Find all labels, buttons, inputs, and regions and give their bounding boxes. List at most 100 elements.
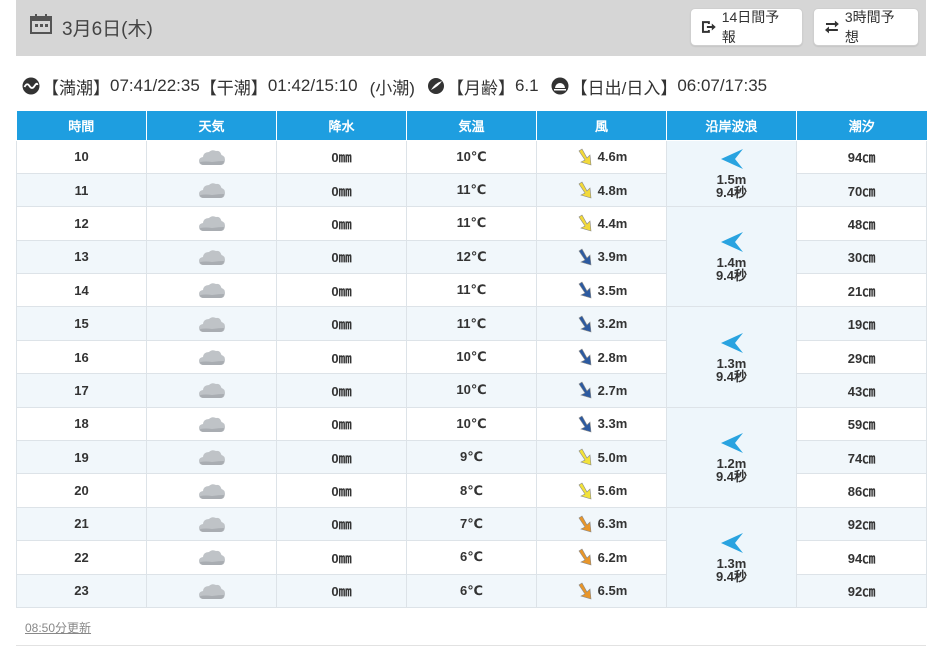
wave-period: 9.4秒	[715, 568, 748, 584]
sun-label: 【日出/日入】	[570, 78, 678, 98]
low-tide-value: 01:42/15:10	[267, 76, 358, 95]
wave-display: 1.5m 9.4秒	[667, 148, 796, 199]
updated-time-link[interactable]: 08:50分更新	[25, 619, 91, 636]
cell-temp: 11℃	[406, 206, 537, 241]
cell-precip: 0㎜	[276, 440, 407, 475]
header-wind: 風	[536, 111, 667, 141]
cell-wind: 5.6m	[536, 473, 667, 508]
wind-speed: 5.0m	[597, 449, 628, 465]
forecast-3hour-label: 3時間予想	[844, 9, 895, 45]
cell-precip: 0㎜	[276, 473, 407, 508]
cell-tide: 29㎝	[796, 339, 927, 375]
cell-wind: 6.5m	[536, 573, 667, 608]
forecast-14day-button[interactable]: 14日間予報	[690, 8, 803, 46]
header-tide: 潮汐	[796, 111, 927, 141]
cloud-icon	[198, 517, 225, 532]
tide-icon	[22, 77, 40, 95]
wave-height: 1.2m	[716, 455, 747, 471]
cell-temp: 10℃	[406, 406, 537, 442]
cloud-icon	[198, 316, 225, 332]
wave-direction-arrow-icon	[720, 148, 743, 169]
wave-period: 9.4秒	[715, 184, 748, 200]
cell-hour: 18	[16, 406, 147, 442]
wind-direction-arrow-icon	[578, 482, 592, 500]
cell-wave: 1.2m 9.4秒	[666, 406, 797, 508]
date-header: 3月6日(木) 14日間予報 3時間予想	[16, 0, 926, 56]
wind-direction-arrow-icon	[578, 248, 592, 266]
cell-wind: 2.7m	[536, 373, 667, 408]
table-row: 10 0㎜ 10℃ 4.6m 1.5m 9.4秒 94㎝	[16, 139, 927, 208]
wind-display: 4.4m	[537, 213, 666, 233]
cell-temp: 10℃	[406, 139, 537, 174]
wind-direction-arrow-icon	[578, 515, 592, 533]
cell-weather	[146, 473, 277, 508]
cell-wave: 1.3m 9.4秒	[666, 306, 797, 408]
cell-hour: 17	[16, 373, 147, 408]
cell-tide: 74㎝	[796, 440, 927, 475]
wind-speed: 3.9m	[597, 249, 628, 265]
wind-speed: 2.8m	[597, 349, 628, 365]
cell-weather	[146, 339, 277, 375]
tide-type: (小潮)	[369, 78, 415, 98]
cell-temp: 12℃	[406, 239, 537, 275]
wind-speed: 6.5m	[597, 583, 628, 599]
wind-speed: 3.3m	[597, 416, 628, 432]
cell-precip: 0㎜	[276, 139, 407, 174]
cloud-icon	[198, 183, 225, 199]
cloud-icon	[198, 350, 225, 366]
calendar-icon	[30, 14, 52, 34]
wind-speed: 4.6m	[597, 149, 628, 165]
wind-display: 2.8m	[537, 347, 666, 367]
cell-wave: 1.4m 9.4秒	[666, 206, 797, 308]
cell-precip: 0㎜	[276, 239, 407, 275]
cell-precip: 0㎜	[276, 206, 407, 241]
cell-tide: 59㎝	[796, 406, 927, 442]
cell-tide: 94㎝	[796, 139, 927, 174]
cell-weather	[146, 273, 277, 308]
header-weather: 天気	[146, 111, 277, 141]
wave-display: 1.4m 9.4秒	[667, 231, 796, 282]
wave-display: 1.3m 9.4秒	[667, 332, 796, 383]
cloud-icon	[198, 149, 225, 165]
wind-direction-arrow-icon	[578, 381, 592, 399]
cell-hour: 10	[16, 139, 147, 174]
forecast-table: 時間 天気 降水 気温 風 沿岸波浪 潮汐 10 0㎜ 10℃ 4.6m 1.5m 9.4…	[16, 111, 927, 608]
wave-display: 1.3m 9.4秒	[667, 532, 796, 583]
cell-precip: 0㎜	[276, 172, 407, 208]
wave-direction-arrow-icon	[720, 432, 743, 453]
cell-tide: 48㎝	[796, 206, 927, 241]
cell-precip: 0㎜	[276, 306, 407, 341]
cell-wave: 1.3m 9.4秒	[666, 506, 797, 608]
moon-icon	[427, 78, 444, 94]
cell-hour: 11	[16, 172, 147, 208]
header-temp: 気温	[406, 111, 537, 141]
cell-wind: 3.5m	[536, 273, 667, 308]
cloud-icon	[198, 283, 225, 299]
wind-display: 4.8m	[537, 180, 666, 200]
cell-hour: 15	[16, 306, 147, 341]
header-precip: 降水	[276, 111, 407, 141]
cell-weather	[146, 540, 277, 575]
cell-wind: 3.2m	[536, 306, 667, 341]
cell-temp: 11℃	[406, 306, 537, 341]
cell-tide: 21㎝	[796, 273, 927, 308]
cloud-icon	[198, 483, 225, 499]
cell-tide: 43㎝	[796, 373, 927, 408]
cloud-icon	[198, 583, 225, 599]
divider	[16, 645, 926, 646]
wind-direction-arrow-icon	[578, 215, 592, 232]
cloud-icon	[198, 550, 225, 566]
cloud-icon	[198, 450, 225, 466]
cloud-icon	[198, 250, 225, 265]
cell-precip: 0㎜	[276, 573, 407, 608]
wind-display: 6.2m	[537, 547, 666, 567]
cell-precip: 0㎜	[276, 373, 407, 408]
wind-speed: 6.3m	[597, 516, 628, 532]
wave-direction-arrow-icon	[720, 332, 743, 353]
cell-temp: 10℃	[406, 339, 537, 375]
wave-height: 1.5m	[716, 171, 747, 187]
cell-temp: 6℃	[406, 573, 537, 608]
cell-weather	[146, 172, 277, 208]
forecast-3hour-button[interactable]: 3時間予想	[813, 8, 919, 46]
sunrise-icon	[551, 77, 569, 95]
